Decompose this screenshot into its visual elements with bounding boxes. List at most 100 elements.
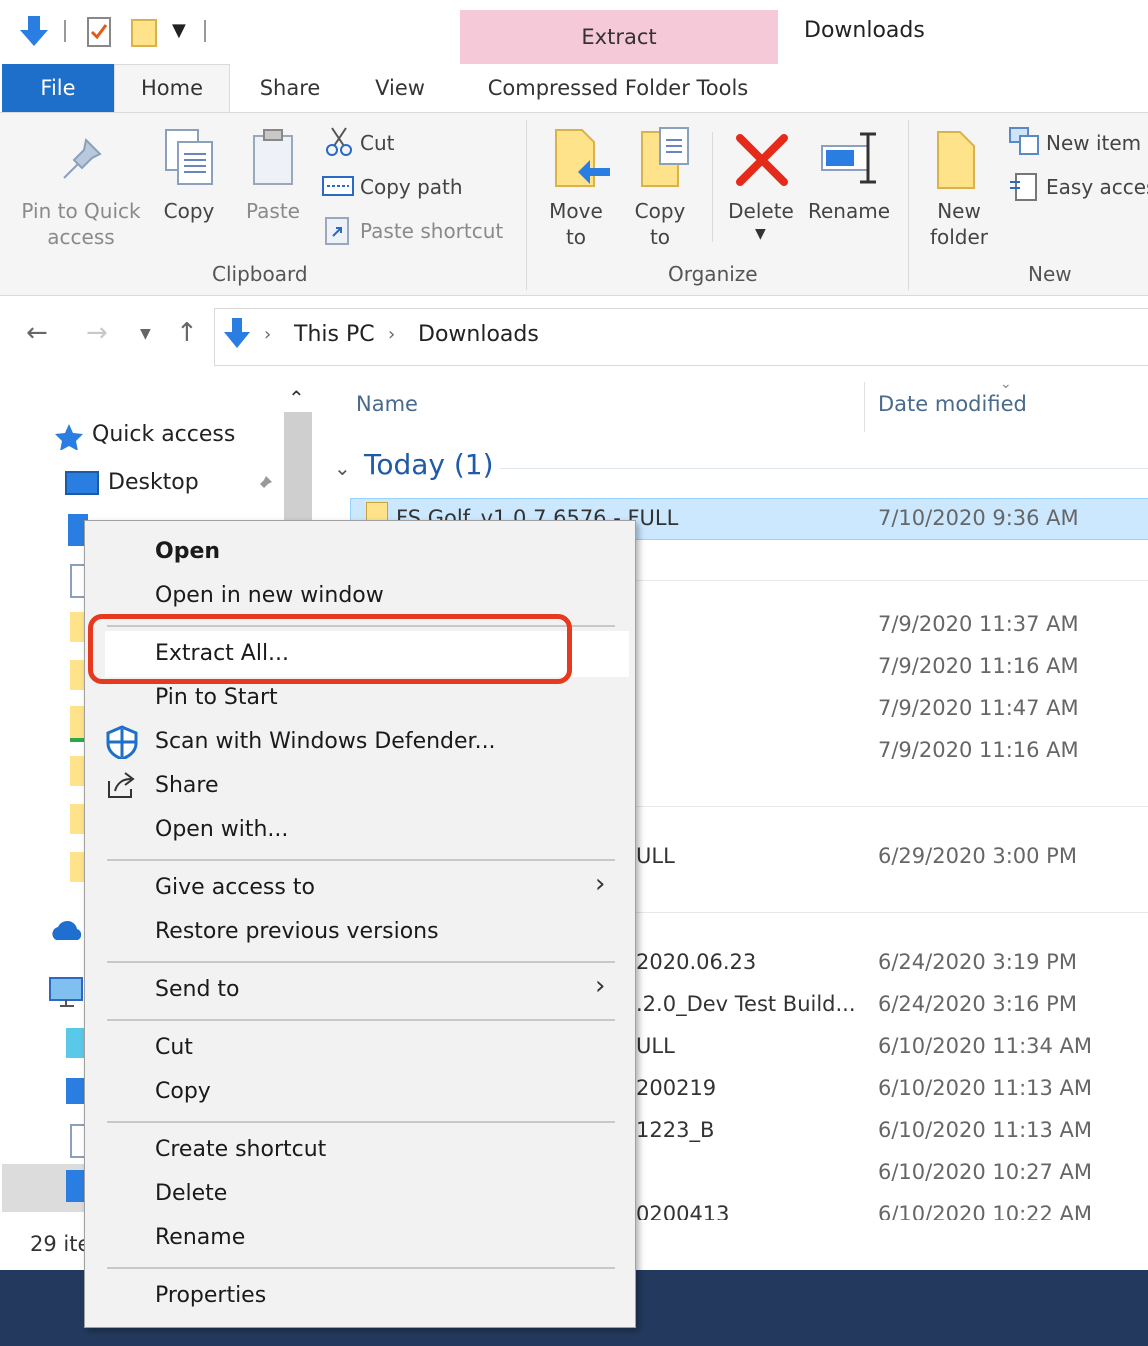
menu-item-properties[interactable]: Properties	[155, 1283, 266, 1308]
rename-button[interactable]: Rename	[806, 198, 892, 224]
file-name[interactable]: 200219	[636, 1076, 716, 1100]
up-arrow-icon[interactable]: ↑	[176, 318, 198, 348]
column-divider[interactable]	[864, 382, 865, 432]
column-date-modified[interactable]: Date modified	[878, 392, 1027, 416]
extract-all-highlight	[88, 614, 572, 684]
nav-scrollbar-thumb[interactable]	[284, 412, 312, 522]
scissors-icon	[326, 127, 352, 156]
nav-folder-icon	[70, 756, 84, 786]
menu-item-scan-defender[interactable]: Scan with Windows Defender...	[155, 729, 496, 754]
windows-defender-shield-icon	[106, 725, 138, 759]
back-arrow-icon[interactable]: ←	[26, 318, 48, 348]
nav-quick-access[interactable]: Quick access	[92, 422, 235, 447]
file-name[interactable]: .2.0_Dev Test Build...	[636, 992, 856, 1016]
paste-icon	[253, 129, 293, 185]
breadcrumb-downloads[interactable]: Downloads	[418, 322, 539, 347]
breadcrumb-chevron-icon[interactable]: ›	[388, 324, 395, 345]
new-folder-large-icon	[937, 131, 975, 189]
delete-dropdown-icon[interactable]: ▼	[755, 226, 766, 242]
breadcrumb-chevron-icon[interactable]: ›	[264, 324, 271, 345]
menu-item-delete[interactable]: Delete	[155, 1181, 227, 1206]
menu-item-share[interactable]: Share	[155, 773, 219, 798]
file-date: 6/24/2020 3:19 PM	[878, 950, 1077, 974]
submenu-chevron-icon: ›	[595, 971, 606, 1001]
paste-button[interactable]: Paste	[236, 198, 310, 224]
window-title: Downloads	[804, 18, 925, 43]
status-item-count: 29 ite	[30, 1232, 91, 1256]
submenu-chevron-icon: ›	[595, 869, 606, 899]
group-rule	[500, 468, 1148, 469]
onedrive-cloud-icon	[52, 920, 82, 940]
toolbar-divider	[204, 20, 206, 42]
tab-view[interactable]: View	[350, 64, 450, 112]
menu-item-open[interactable]: Open	[155, 539, 220, 564]
paste-shortcut-button[interactable]: Paste shortcut	[360, 218, 503, 244]
cut-button[interactable]: Cut	[360, 130, 394, 156]
clipboard-group-label: Clipboard	[212, 262, 308, 286]
group-collapse-icon[interactable]: ⌄	[334, 456, 351, 480]
delete-button[interactable]: Delete	[724, 198, 798, 224]
file-name[interactable]: 1223_B	[636, 1118, 714, 1142]
nav-folder-icon	[70, 706, 84, 742]
column-name[interactable]: Name	[356, 392, 418, 416]
properties-icon[interactable]	[86, 16, 114, 50]
nav-folder-icon	[70, 660, 84, 690]
group-rule	[636, 580, 1148, 581]
share-icon	[108, 772, 135, 798]
file-name[interactable]: ULL	[636, 844, 675, 868]
new-item-button[interactable]: New item	[1046, 130, 1141, 156]
nav-folder-icon	[70, 804, 84, 834]
tab-file[interactable]: File	[2, 64, 114, 112]
ribbon-separator	[712, 132, 713, 242]
extract-context-header: Extract	[460, 10, 778, 64]
new-folder-button[interactable]: New folder	[918, 198, 1000, 250]
menu-item-cut[interactable]: Cut	[155, 1035, 193, 1060]
file-date: 6/29/2020 3:00 PM	[878, 844, 1077, 868]
nav-desktop-icon	[66, 1078, 84, 1104]
menu-item-pin-to-start[interactable]: Pin to Start	[155, 685, 278, 710]
ribbon-separator	[908, 120, 909, 290]
menu-separator	[107, 859, 615, 861]
ribbon-separator	[526, 120, 527, 290]
delete-x-icon	[736, 134, 788, 186]
file-date: 6/10/2020 10:22 AM	[878, 1202, 1093, 1220]
download-arrow-icon[interactable]	[16, 14, 52, 50]
file-date: 7/9/2020 11:16 AM	[878, 654, 1079, 678]
tab-compressed-folder-tools[interactable]: Compressed Folder Tools	[462, 64, 774, 112]
recent-locations-icon[interactable]: ▼	[140, 326, 151, 342]
copy-button[interactable]: Copy	[152, 198, 226, 224]
menu-item-rename[interactable]: Rename	[155, 1225, 245, 1250]
tab-share[interactable]: Share	[240, 64, 340, 112]
nav-desktop[interactable]: Desktop	[108, 470, 199, 495]
menu-item-open-new-window[interactable]: Open in new window	[155, 583, 384, 608]
menu-item-restore-versions[interactable]: Restore previous versions	[155, 919, 439, 944]
new-folder-icon[interactable]	[130, 16, 160, 50]
sort-chevron-icon: ⌄	[1000, 376, 1012, 392]
tab-home[interactable]: Home	[114, 64, 230, 112]
easy-access-button[interactable]: Easy access	[1046, 174, 1148, 200]
file-name[interactable]: 2020.06.23	[636, 950, 756, 974]
menu-item-create-shortcut[interactable]: Create shortcut	[155, 1137, 326, 1162]
copy-icon	[165, 129, 213, 185]
file-name[interactable]: 0200413	[636, 1202, 730, 1220]
menu-item-give-access[interactable]: Give access to	[155, 875, 315, 900]
scroll-up-icon[interactable]: ⌃	[288, 386, 305, 410]
menu-item-copy[interactable]: Copy	[155, 1079, 211, 1104]
extract-label: Extract	[581, 25, 657, 49]
file-name[interactable]: ULL	[636, 1034, 675, 1058]
breadcrumb-this-pc[interactable]: This PC	[294, 322, 375, 347]
menu-item-send-to[interactable]: Send to	[155, 977, 240, 1002]
menu-separator	[107, 1121, 615, 1123]
group-today-header[interactable]: Today (1)	[364, 448, 494, 481]
desktop-icon	[65, 471, 99, 495]
rename-icon	[821, 132, 876, 184]
copy-to-button[interactable]: Copy to	[624, 198, 696, 250]
move-to-button[interactable]: Move to	[540, 198, 612, 250]
copy-to-icon	[641, 127, 689, 187]
forward-arrow-icon[interactable]: →	[86, 318, 108, 348]
pin-to-quick-access-button[interactable]: Pin to Quick access	[14, 198, 148, 250]
customize-dropdown-icon[interactable]: ▼	[172, 20, 186, 41]
organize-group-label: Organize	[668, 262, 758, 286]
copy-path-button[interactable]: Copy path	[360, 174, 463, 200]
menu-item-open-with[interactable]: Open with...	[155, 817, 288, 842]
